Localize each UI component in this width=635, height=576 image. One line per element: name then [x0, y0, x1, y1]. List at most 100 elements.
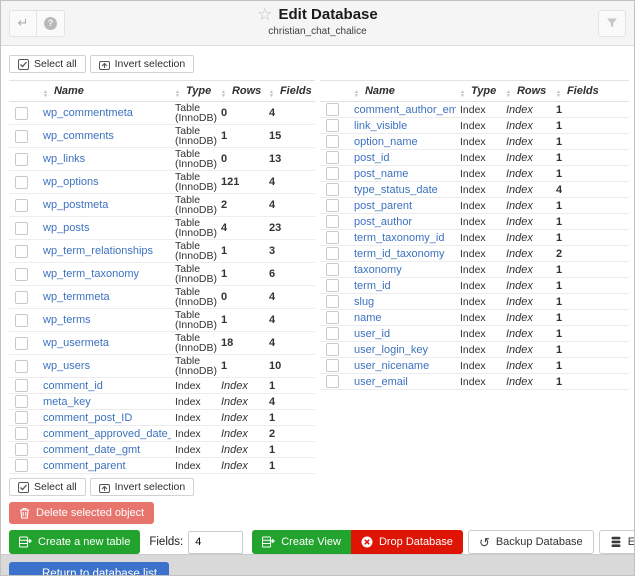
object-name-link[interactable]: link_visible: [354, 120, 407, 132]
object-name-link[interactable]: post_parent: [354, 200, 412, 212]
row-checkbox[interactable]: [326, 135, 339, 148]
object-name-link[interactable]: post_author: [354, 216, 412, 228]
object-name-link[interactable]: wp_term_relationships: [43, 245, 153, 257]
row-checkbox[interactable]: [15, 290, 28, 304]
object-name-link[interactable]: user_id: [354, 328, 390, 340]
object-name-link[interactable]: slug: [354, 296, 374, 308]
row-checkbox[interactable]: [15, 359, 28, 373]
object-name-link[interactable]: term_id_taxonomy: [354, 248, 445, 260]
row-checkbox[interactable]: [326, 119, 339, 132]
fields-input[interactable]: [188, 530, 244, 554]
row-checkbox[interactable]: [15, 411, 28, 424]
object-name-link[interactable]: comment_parent: [43, 460, 126, 472]
object-name-link[interactable]: wp_postmeta: [43, 199, 108, 211]
row-checkbox[interactable]: [15, 152, 28, 166]
invert-selection-button-top[interactable]: Invert selection: [89, 55, 195, 73]
row-checkbox[interactable]: [326, 103, 339, 116]
object-name-link[interactable]: wp_termmeta: [43, 291, 110, 303]
create-table-button[interactable]: Create a new table: [9, 530, 141, 554]
star-icon[interactable]: ☆: [257, 6, 272, 23]
row-checkbox[interactable]: [15, 427, 28, 440]
object-name-link[interactable]: wp_posts: [43, 222, 89, 234]
sort-icon: ▲ ▼: [556, 88, 561, 99]
object-name-link[interactable]: wp_comments: [43, 130, 114, 142]
column-header-rows[interactable]: ▲ ▼ Rows: [217, 80, 265, 102]
row-checkbox[interactable]: [15, 106, 28, 120]
object-name-link[interactable]: option_name: [354, 136, 418, 148]
row-checkbox[interactable]: [326, 279, 339, 292]
object-name-link[interactable]: wp_links: [43, 153, 85, 165]
column-header-fields[interactable]: ▲ ▼ Fields: [552, 80, 629, 102]
column-header-fields[interactable]: ▲ ▼ Fields: [265, 80, 315, 102]
object-name-link[interactable]: taxonomy: [354, 264, 402, 276]
object-name-link[interactable]: post_name: [354, 168, 408, 180]
invert-selection-button-bottom[interactable]: Invert selection: [89, 478, 195, 496]
object-name-link[interactable]: wp_options: [43, 176, 99, 188]
row-checkbox[interactable]: [326, 167, 339, 180]
row-checkbox[interactable]: [15, 443, 28, 456]
backup-database-button[interactable]: ↺ Backup Database: [467, 530, 594, 554]
object-name-link[interactable]: term_id: [354, 280, 391, 292]
create-view-button[interactable]: Create View: [252, 530, 351, 554]
object-name-link[interactable]: type_status_date: [354, 184, 438, 196]
row-checkbox[interactable]: [326, 151, 339, 164]
object-name-link[interactable]: comment_post_ID: [43, 412, 132, 424]
delete-selected-button[interactable]: Delete selected object: [9, 502, 155, 524]
row-checkbox[interactable]: [326, 343, 339, 356]
object-name-link[interactable]: post_id: [354, 152, 389, 164]
column-header-name[interactable]: ▲ ▼ Name: [350, 80, 456, 102]
object-name-link[interactable]: comment_date_gmt: [43, 444, 140, 456]
row-checkbox[interactable]: [326, 199, 339, 212]
circle-x-icon: [361, 536, 373, 548]
row-checkbox[interactable]: [326, 263, 339, 276]
drop-database-button[interactable]: Drop Database: [350, 530, 463, 554]
object-name-link[interactable]: name: [354, 312, 382, 324]
row-checkbox[interactable]: [15, 198, 28, 212]
back-button[interactable]: ↵: [9, 9, 37, 37]
row-checkbox[interactable]: [15, 395, 28, 408]
column-header-type[interactable]: ▲ ▼ Type: [171, 80, 217, 102]
column-header-name[interactable]: ▲ ▼ Name: [39, 80, 171, 102]
row-checkbox[interactable]: [326, 327, 339, 340]
object-name-link[interactable]: user_nicename: [354, 360, 429, 372]
object-name-link[interactable]: meta_key: [43, 396, 91, 408]
edit-database-window: ↵ ? ☆ Edit Database christian_chat_chali…: [0, 0, 635, 576]
row-checkbox[interactable]: [326, 247, 339, 260]
object-name-link[interactable]: user_email: [354, 376, 408, 388]
column-header-type[interactable]: ▲ ▼ Type: [456, 80, 502, 102]
execute-sql-button[interactable]: Execute SQL: [598, 530, 634, 554]
select-all-button-bottom[interactable]: Select all: [9, 478, 86, 496]
row-checkbox[interactable]: [15, 313, 28, 327]
row-checkbox[interactable]: [326, 375, 339, 388]
object-name-link[interactable]: comment_approved_date_gmt: [43, 428, 171, 440]
object-name-link[interactable]: wp_terms: [43, 314, 91, 326]
row-checkbox[interactable]: [15, 244, 28, 258]
object-fields: 1: [552, 213, 629, 230]
row-checkbox[interactable]: [326, 231, 339, 244]
object-name-link[interactable]: term_taxonomy_id: [354, 232, 445, 244]
row-checkbox[interactable]: [326, 215, 339, 228]
return-to-database-list-button[interactable]: ← Return to database list: [9, 561, 170, 575]
row-checkbox[interactable]: [15, 379, 28, 392]
row-checkbox[interactable]: [326, 295, 339, 308]
row-checkbox[interactable]: [326, 359, 339, 372]
row-checkbox[interactable]: [15, 221, 28, 235]
filter-button[interactable]: [598, 9, 626, 37]
object-name-link[interactable]: wp_usermeta: [43, 337, 109, 349]
object-name-link[interactable]: wp_commentmeta: [43, 107, 133, 119]
row-checkbox[interactable]: [15, 459, 28, 472]
object-name-link[interactable]: comment_author_email: [354, 104, 456, 116]
object-name-link[interactable]: wp_users: [43, 360, 90, 372]
row-checkbox[interactable]: [15, 175, 28, 189]
column-header-rows[interactable]: ▲ ▼ Rows: [502, 80, 552, 102]
select-all-button-top[interactable]: Select all: [9, 55, 86, 73]
row-checkbox[interactable]: [326, 311, 339, 324]
row-checkbox[interactable]: [15, 336, 28, 350]
object-name-link[interactable]: wp_term_taxonomy: [43, 268, 139, 280]
object-name-link[interactable]: comment_id: [43, 380, 103, 392]
help-button[interactable]: ?: [37, 9, 65, 37]
object-name-link[interactable]: user_login_key: [354, 344, 428, 356]
row-checkbox[interactable]: [15, 129, 28, 143]
row-checkbox[interactable]: [326, 183, 339, 196]
row-checkbox[interactable]: [15, 267, 28, 281]
